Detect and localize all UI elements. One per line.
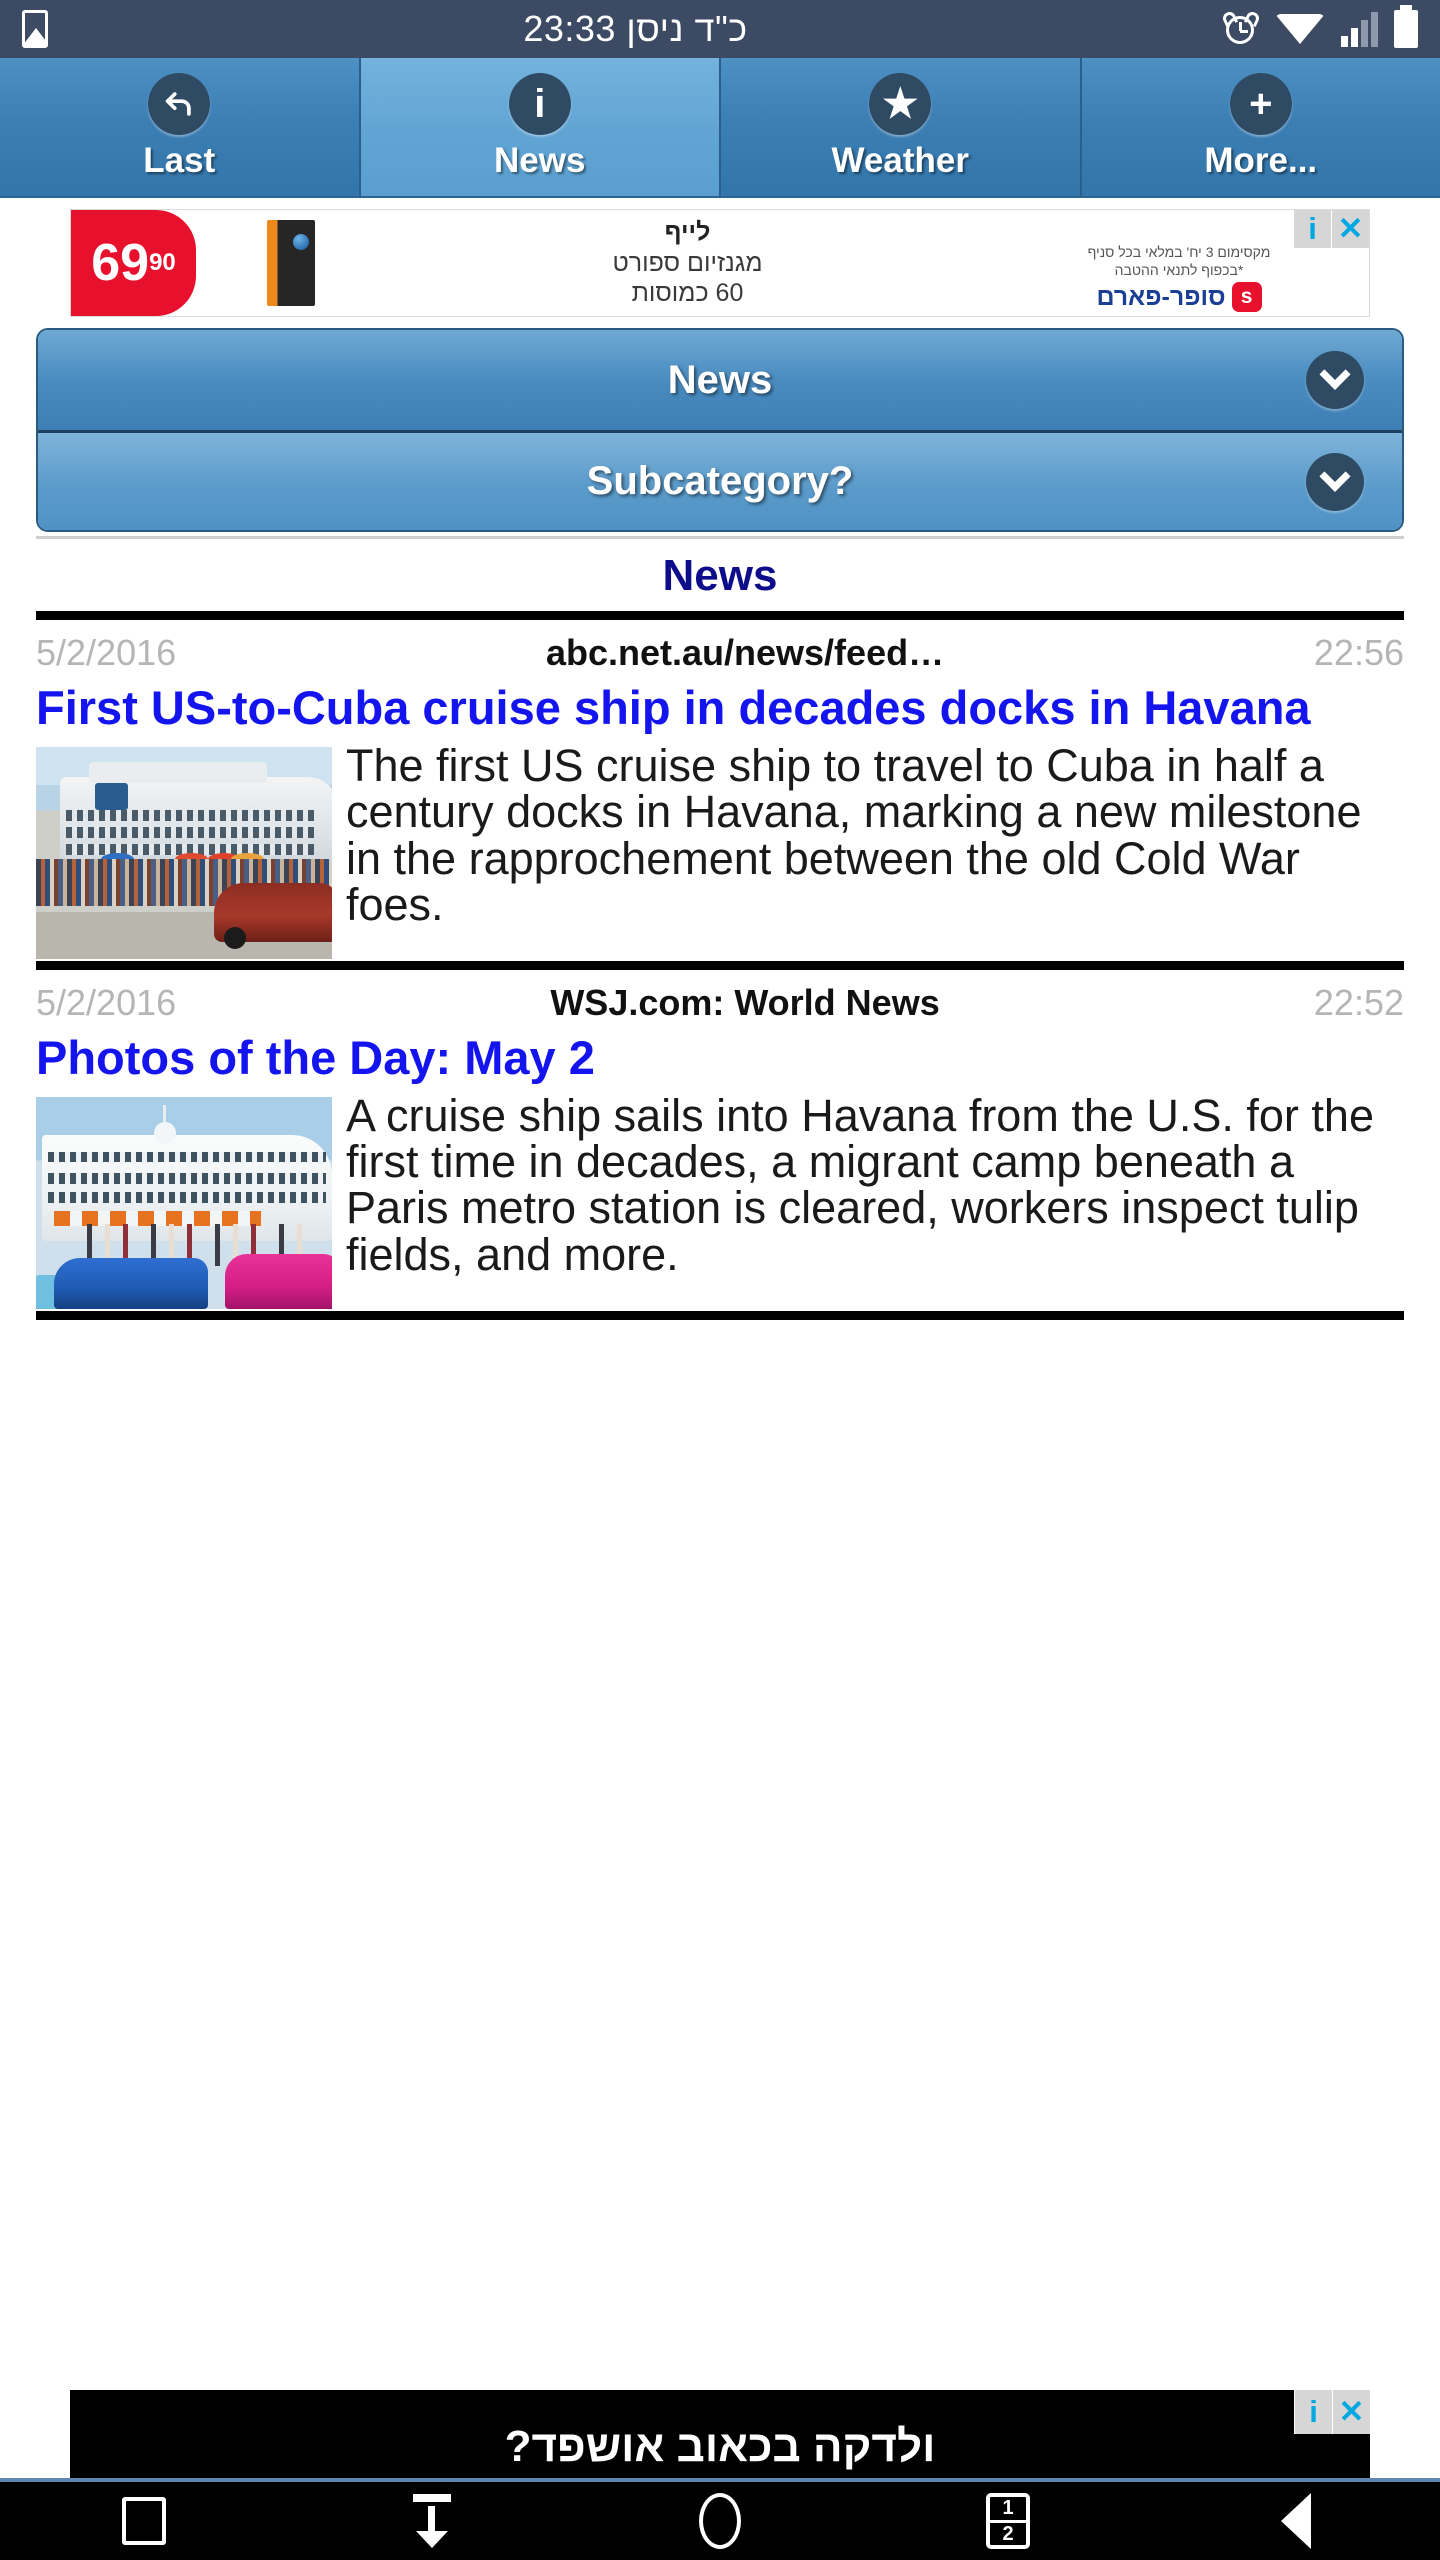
bottom-ad-controls: i ✕ (1294, 2390, 1370, 2434)
news-feed: News 5/2/2016 abc.net.au/news/feed… 22:5… (0, 536, 1440, 1320)
ad-controls: i ✕ (1293, 210, 1369, 248)
tab-news[interactable]: i News (360, 58, 721, 196)
download-arrow-icon (409, 2494, 455, 2548)
tab-news-label: News (494, 141, 586, 180)
ad-brand-logo: s (1231, 282, 1262, 312)
bottom-advertisement[interactable]: ולדקה בכאוב אושפד? i ✕ (70, 2390, 1370, 2478)
tabs-icon: 1 2 (986, 2493, 1030, 2549)
subcategory-dropdown[interactable]: Subcategory? (38, 430, 1402, 530)
ad-product-image (196, 210, 386, 316)
feed-title-underline (36, 611, 1404, 620)
bottom-ad-close-icon[interactable]: ✕ (1332, 2390, 1370, 2434)
ad-copy-line1: לייף (664, 218, 711, 247)
ad-close-icon[interactable]: ✕ (1331, 210, 1369, 248)
battery-icon (1394, 5, 1418, 48)
ad-fine-print: מקסימום 3 יח' במלאי בכל סניף *בכפוף לתנא… (1088, 244, 1271, 279)
plus-icon: + (1229, 73, 1292, 135)
star-icon-glyph: ★ (882, 82, 919, 126)
tab-more[interactable]: + More... (1081, 58, 1440, 196)
ad-brand: s סופר-פארם (1096, 282, 1262, 312)
star-icon: ★ (869, 73, 932, 135)
bottom-advertisement-container: ולדקה בכאוב אושפד? i ✕ (0, 2390, 1440, 2478)
category-dropdown[interactable]: News (38, 330, 1402, 430)
download-button[interactable] (288, 2494, 576, 2548)
chevron-down-icon[interactable] (1306, 351, 1364, 409)
article-date: 5/2/2016 (36, 632, 177, 673)
article-thumbnail[interactable] (36, 1096, 332, 1309)
subcategory-dropdown-label: Subcategory? (586, 459, 854, 503)
tabs-icon-bottom: 2 (1002, 2523, 1014, 2545)
undo-arrow-icon (148, 73, 211, 135)
article-item[interactable]: 5/2/2016 abc.net.au/news/feed… 22:56 Fir… (0, 620, 1440, 959)
alarm-icon (1220, 9, 1262, 47)
signal-icon (1341, 11, 1378, 47)
recents-button[interactable] (0, 2497, 288, 2545)
status-bar-right (1220, 5, 1418, 48)
ad-price-cents: 90 (149, 249, 176, 276)
ad-fine-line1: מקסימום 3 יח' במלאי בכל סניף (1087, 244, 1271, 260)
info-icon-glyph: i (534, 81, 546, 126)
square-icon (122, 2497, 166, 2545)
category-selectors: News Subcategory? (36, 328, 1404, 532)
bottom-ad-info-icon[interactable]: i (1294, 2390, 1332, 2434)
ad-copy-line3: 60 כמוסות (631, 279, 744, 308)
chevron-down-icon[interactable] (1306, 452, 1364, 511)
article-item[interactable]: 5/2/2016 WSJ.com: World News 22:52 Photo… (0, 970, 1440, 1309)
status-bar-left (22, 10, 48, 48)
status-bar: 23:33 כ"ד ניסן (0, 0, 1440, 58)
ad-fine-line2: *בכפוף לתנאי ההטבה (1114, 261, 1244, 278)
plus-icon-glyph: + (1249, 81, 1273, 126)
feed-section-title: News (662, 551, 778, 600)
tab-last[interactable]: Last (0, 58, 361, 196)
article-meta: 5/2/2016 abc.net.au/news/feed… 22:56 (36, 620, 1404, 678)
category-dropdown-label: News (667, 357, 773, 402)
article-thumbnail[interactable] (36, 746, 332, 959)
ad-copy: לייף מגנזיום ספורט 60 כמוסות (386, 210, 989, 316)
tab-weather-label: Weather (831, 141, 969, 180)
bottom-ad-text: ולדקה בכאוב אושפד? (504, 2422, 936, 2471)
article-time: 22:52 (1313, 981, 1404, 1023)
system-navigation-bar: 1 2 (0, 2478, 1440, 2560)
top-advertisement[interactable]: 69 90 לייף מגנזיום ספורט 60 כמוסות מקסימו… (70, 209, 1370, 317)
status-bar-clock: 23:33 כ"ד ניסן (523, 8, 748, 49)
tab-switcher-button[interactable]: 1 2 (864, 2493, 1152, 2549)
article-separator (36, 960, 1404, 970)
tab-more-label: More... (1204, 141, 1318, 180)
ad-price-main: 69 (91, 234, 150, 292)
gallery-icon (22, 10, 48, 48)
ad-copy-line2: מגנזיום ספורט (612, 248, 763, 277)
article-source: WSJ.com: World News (550, 981, 940, 1023)
home-button[interactable] (576, 2493, 864, 2549)
wifi-icon (1275, 14, 1325, 44)
ad-price-tag: 69 90 (71, 210, 196, 316)
article-date: 5/2/2016 (36, 981, 177, 1023)
info-icon: i (508, 73, 571, 135)
ad-brand-name: סופר-פארם (1096, 282, 1226, 311)
tabs-icon-top: 1 (990, 2497, 1026, 2523)
tab-bar: Last i News ★ Weather + More... (0, 58, 1440, 198)
ad-info-icon[interactable]: i (1293, 210, 1331, 248)
article-headline[interactable]: Photos of the Day: May 2 (36, 1028, 1404, 1093)
tab-last-label: Last (143, 141, 216, 180)
article-separator (36, 1310, 1404, 1320)
article-headline[interactable]: First US-to-Cuba cruise ship in decades … (36, 678, 1404, 743)
tab-weather[interactable]: ★ Weather (721, 58, 1082, 196)
article-source: abc.net.au/news/feed… (545, 632, 945, 673)
top-advertisement-container: 69 90 לייף מגנזיום ספורט 60 כמוסות מקסימו… (0, 198, 1440, 328)
back-button[interactable] (1152, 2493, 1440, 2549)
app-root: 23:33 כ"ד ניסן Last i News ★ Weather + M… (0, 0, 1440, 2560)
back-triangle-icon (1281, 2493, 1311, 2549)
article-meta: 5/2/2016 WSJ.com: World News 22:52 (36, 970, 1404, 1028)
article-time: 22:56 (1313, 632, 1404, 673)
circle-icon (699, 2493, 741, 2549)
